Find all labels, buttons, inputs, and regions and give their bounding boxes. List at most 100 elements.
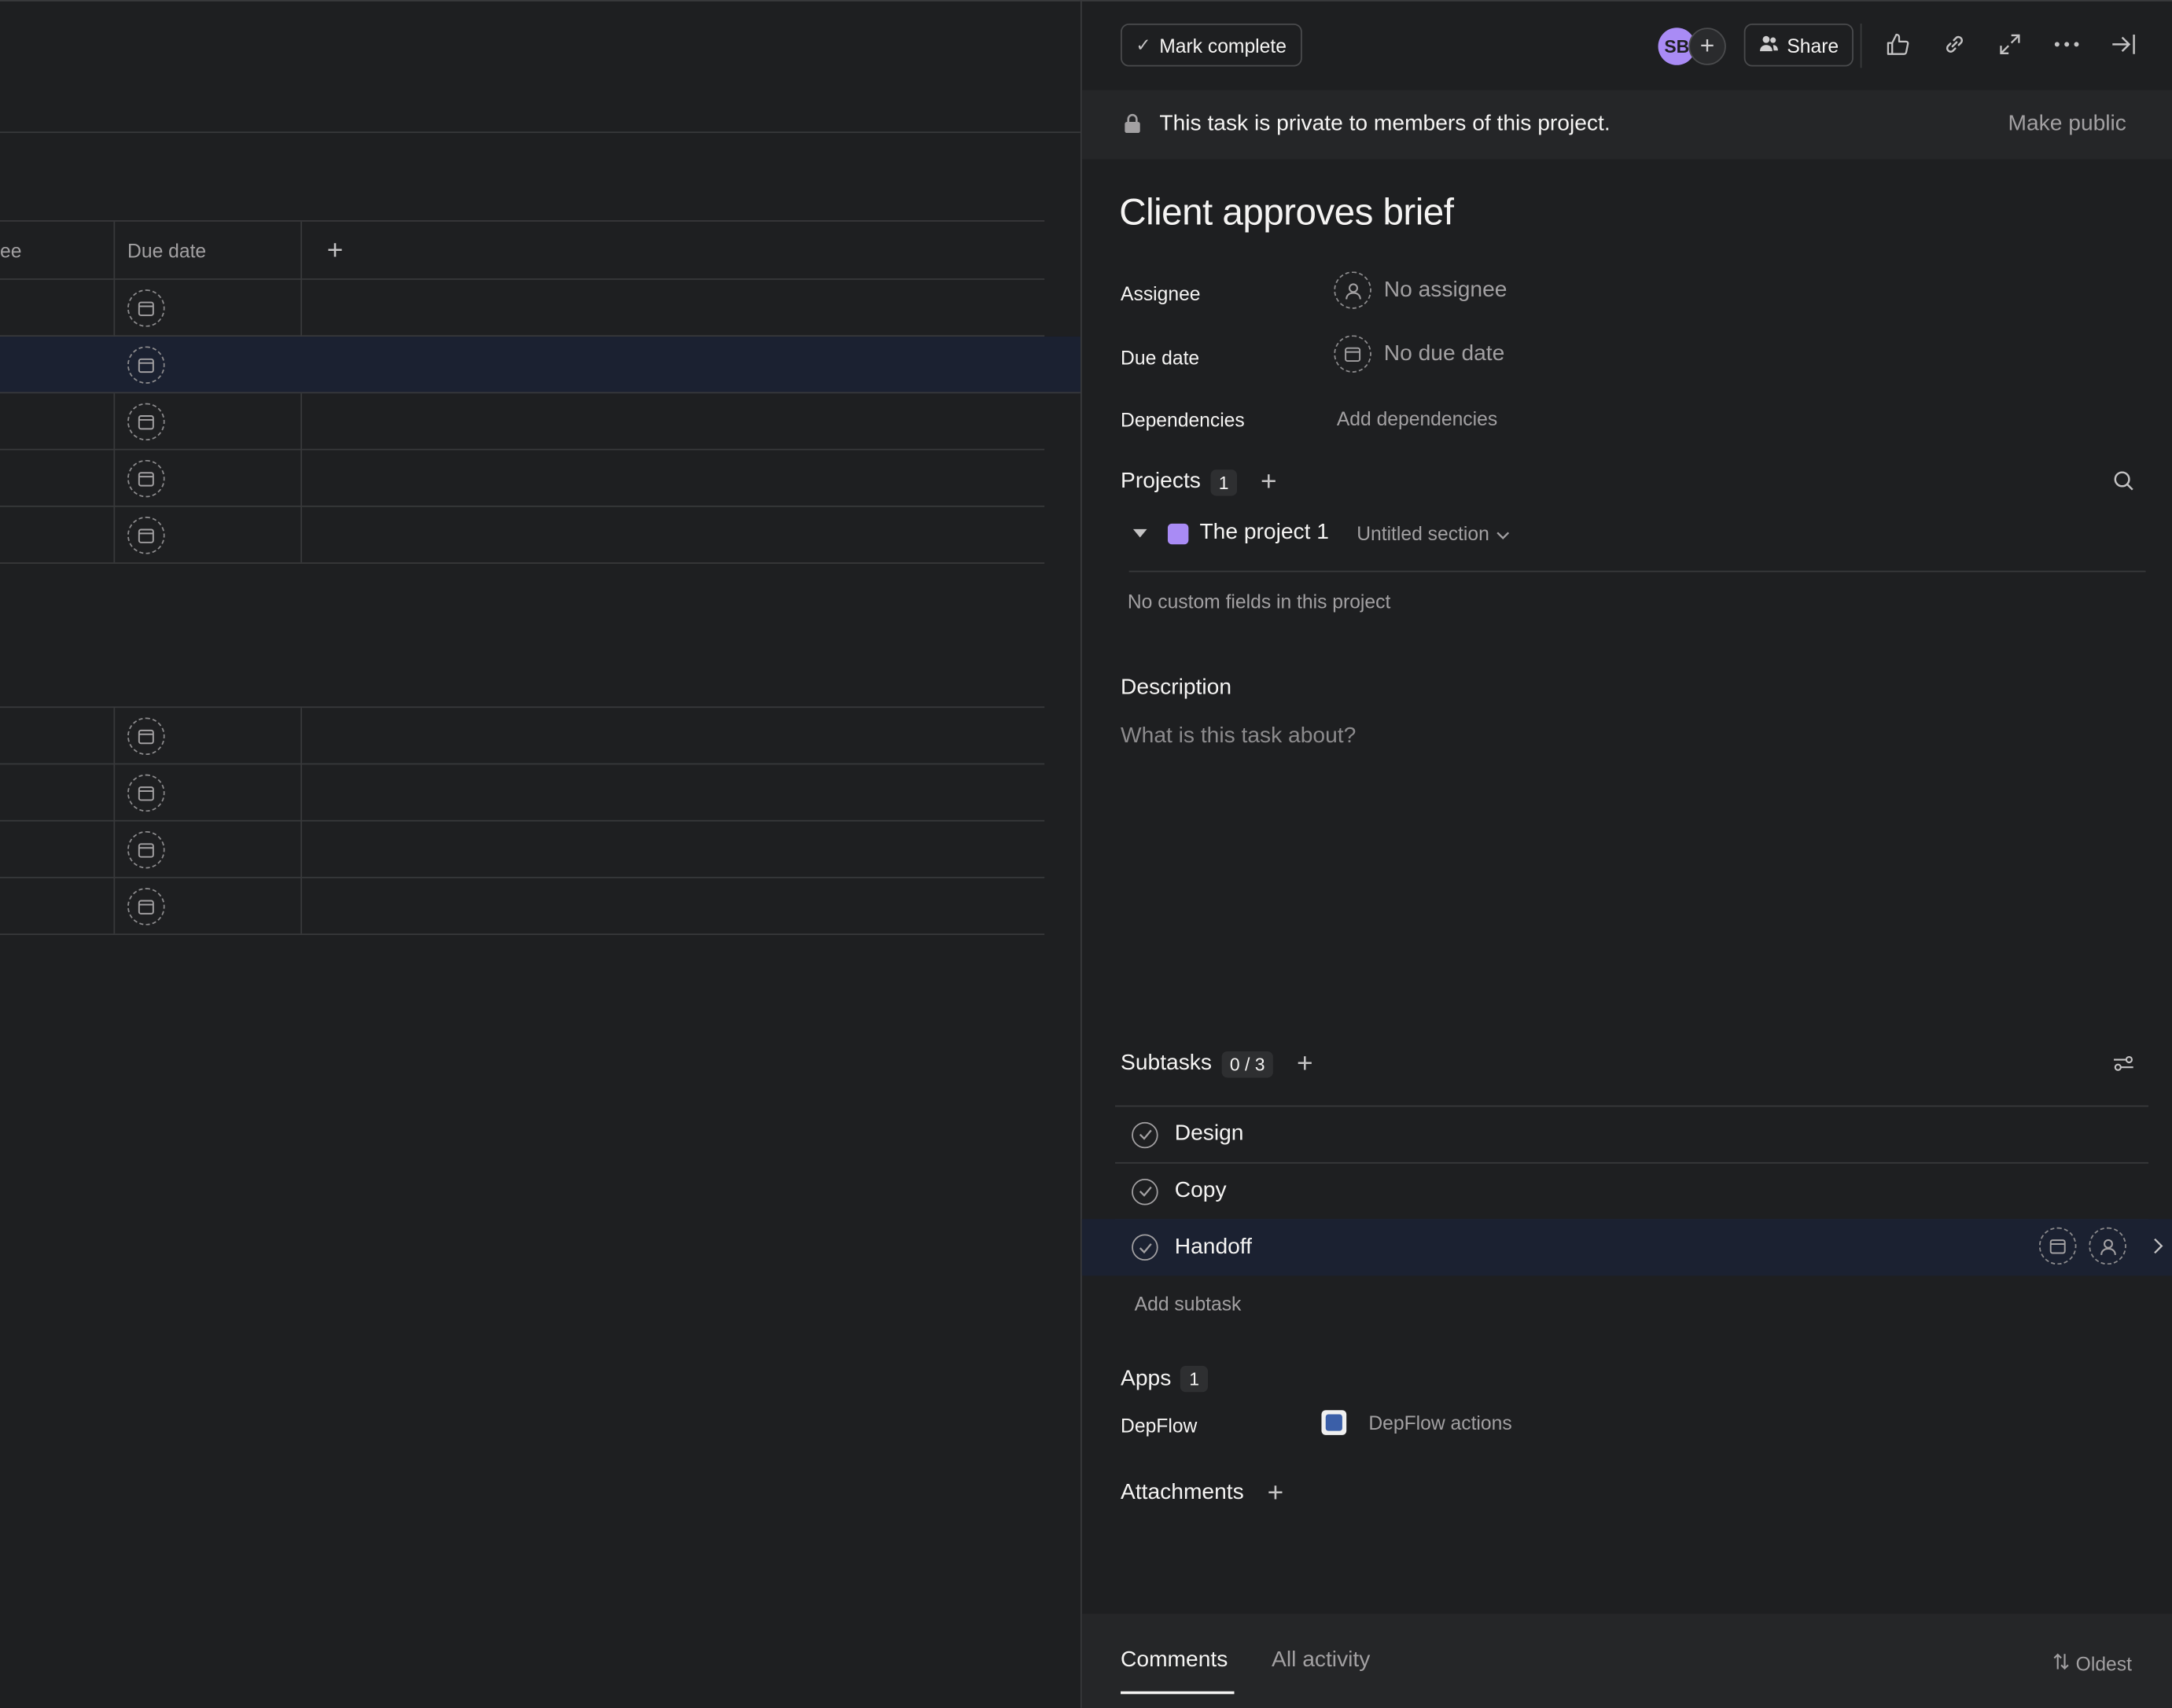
table-row[interactable] — [0, 393, 1045, 451]
divider — [1128, 570, 2146, 572]
thumbs-up-icon[interactable] — [1883, 29, 1913, 60]
assignee-field[interactable]: No assignee — [1334, 271, 1507, 309]
sort-order-button[interactable]: Oldest — [2052, 1652, 2132, 1675]
attachments-section-title: Attachments + — [1121, 1479, 1283, 1507]
calendar-icon[interactable] — [127, 888, 165, 926]
caret-down-icon[interactable] — [1132, 521, 1148, 546]
due-date-field[interactable]: No due date — [1334, 335, 1504, 373]
subtask-row[interactable]: Copy — [1115, 1164, 2149, 1220]
mark-complete-label: Mark complete — [1159, 34, 1287, 57]
apps-section-title: Apps 1 — [1121, 1365, 1208, 1393]
add-attachment-icon[interactable]: + — [1268, 1479, 1284, 1507]
make-public-button[interactable]: Make public — [2008, 112, 2126, 138]
description-input[interactable]: What is this task about? — [1121, 724, 1356, 749]
plus-icon: + — [1699, 31, 1715, 60]
subtask-label[interactable]: Copy — [1175, 1179, 1227, 1204]
search-icon[interactable] — [2112, 469, 2134, 499]
assignee-label: Assignee — [1121, 282, 1201, 305]
column-header-assignee[interactable]: ee — [0, 222, 21, 280]
projects-label: Projects — [1121, 469, 1201, 494]
subtask-label[interactable]: Design — [1175, 1122, 1244, 1147]
calendar-icon[interactable] — [127, 459, 165, 498]
task-list-pane: ee Due date + — [0, 0, 1080, 1708]
complete-checkbox-icon[interactable] — [1132, 1121, 1158, 1148]
expand-icon[interactable] — [1995, 29, 2026, 60]
column-header-due-date[interactable]: Due date — [127, 222, 206, 280]
apps-label: Apps — [1121, 1366, 1172, 1390]
calendar-icon[interactable] — [2038, 1227, 2077, 1265]
subtask-label[interactable]: Handoff — [1175, 1235, 1252, 1260]
table-row[interactable] — [0, 708, 1045, 765]
calendar-icon[interactable] — [127, 774, 165, 812]
add-dependencies-button[interactable]: Add dependencies — [1337, 407, 1497, 429]
subtask-row-hovered[interactable]: Handoff — [1081, 1219, 2172, 1276]
due-date-value: No due date — [1383, 341, 1505, 366]
projects-section-title: Projects 1 + — [1121, 468, 1277, 495]
table-row[interactable] — [0, 878, 1045, 936]
add-project-icon[interactable]: + — [1261, 468, 1277, 495]
share-label: Share — [1787, 34, 1839, 57]
add-subtask-button[interactable]: Add subtask — [1135, 1292, 1242, 1314]
mark-complete-button[interactable]: ✓ Mark complete — [1121, 23, 1302, 67]
divider — [0, 131, 1080, 134]
subtasks-count-badge: 0 / 3 — [1221, 1051, 1274, 1077]
tab-comments[interactable]: Comments — [1121, 1648, 1228, 1673]
subtask-sort-icon[interactable] — [2112, 1055, 2134, 1080]
description-title: Description — [1121, 675, 1232, 700]
link-icon[interactable] — [1939, 29, 1970, 60]
subtask-row[interactable]: Design — [1115, 1106, 2149, 1164]
task-detail-pane: ✓ Mark complete SB + Share This task is … — [1080, 0, 2172, 1708]
project-membership-row[interactable]: The project 1 Untitled section — [1132, 521, 1510, 546]
calendar-icon[interactable] — [127, 517, 165, 554]
assignee-value: No assignee — [1383, 278, 1508, 302]
calendar-icon — [1334, 335, 1371, 373]
apps-count-badge: 1 — [1180, 1365, 1208, 1393]
project-name[interactable]: The project 1 — [1199, 521, 1329, 546]
privacy-text: This task is private to members of this … — [1159, 112, 1611, 136]
chevron-down-icon — [1496, 522, 1511, 544]
section-dropdown[interactable]: Untitled section — [1357, 522, 1510, 544]
complete-checkbox-icon[interactable] — [1132, 1178, 1158, 1205]
project-color-swatch — [1167, 522, 1189, 544]
check-icon: ✓ — [1136, 34, 1151, 55]
calendar-icon[interactable] — [127, 289, 165, 327]
add-subtask-icon[interactable]: + — [1297, 1050, 1313, 1077]
app-action-label: DepFlow actions — [1368, 1411, 1512, 1434]
due-date-label: Due date — [1121, 346, 1200, 369]
people-icon — [1759, 34, 1779, 56]
chevron-right-icon[interactable] — [2152, 1237, 2163, 1262]
more-options-icon[interactable] — [2052, 29, 2082, 60]
table-row[interactable] — [0, 280, 1045, 337]
no-custom-fields-text: No custom fields in this project — [1127, 590, 1391, 613]
attachments-label: Attachments — [1121, 1481, 1244, 1504]
task-title[interactable]: Client approves brief — [1119, 191, 1454, 234]
calendar-icon[interactable] — [127, 403, 165, 441]
sort-arrows-icon — [2052, 1652, 2069, 1674]
add-collaborator-button[interactable]: + — [1688, 28, 1726, 65]
calendar-icon[interactable] — [127, 717, 165, 756]
subtasks-label: Subtasks — [1121, 1051, 1212, 1075]
table-row[interactable] — [0, 450, 1045, 507]
complete-checkbox-icon[interactable] — [1132, 1234, 1158, 1261]
depflow-app-icon — [1321, 1410, 1347, 1435]
toolbar-divider — [1860, 23, 1862, 68]
close-pane-icon[interactable] — [2108, 29, 2139, 60]
sort-label: Oldest — [2075, 1652, 2132, 1675]
table-row-selected[interactable] — [0, 337, 1080, 394]
active-tab-indicator — [1121, 1691, 1235, 1695]
calendar-icon[interactable] — [127, 346, 165, 384]
dependencies-label: Dependencies — [1121, 408, 1245, 431]
table-row[interactable] — [0, 822, 1045, 878]
lock-icon — [1124, 113, 1142, 139]
share-button[interactable]: Share — [1743, 23, 1854, 67]
app-actions-button[interactable]: DepFlow actions — [1321, 1410, 1512, 1435]
tab-all-activity[interactable]: All activity — [1272, 1648, 1370, 1673]
person-icon — [1334, 271, 1371, 309]
person-icon[interactable] — [2089, 1227, 2126, 1265]
privacy-banner: This task is private to members of this … — [1081, 90, 2172, 160]
table-row[interactable] — [0, 764, 1045, 822]
calendar-icon[interactable] — [127, 830, 165, 869]
task-toolbar: ✓ Mark complete SB + Share — [1082, 2, 2172, 90]
add-column-button[interactable]: + — [327, 222, 344, 280]
table-row[interactable] — [0, 507, 1045, 564]
